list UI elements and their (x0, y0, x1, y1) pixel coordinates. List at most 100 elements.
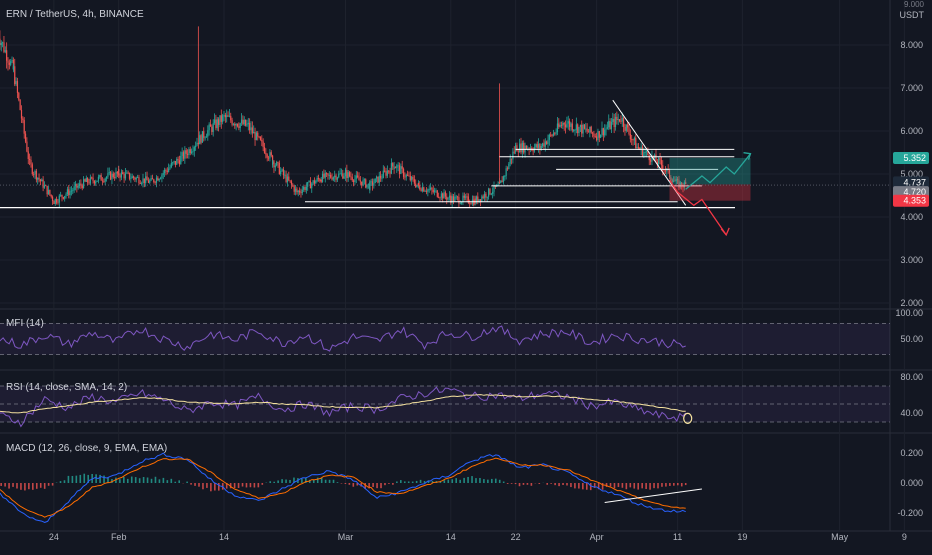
candle-body (456, 197, 457, 198)
candle-body (318, 178, 319, 179)
macd-histogram-bar (538, 483, 540, 484)
candle-body (51, 195, 52, 197)
candle-body (281, 169, 282, 171)
macd-histogram-bar (384, 483, 386, 485)
candle-body (288, 177, 289, 181)
candle-body (572, 123, 573, 130)
macd-histogram-bar (119, 479, 121, 483)
macd-histogram-bar (210, 483, 212, 491)
candle-body (596, 136, 597, 140)
candle-body (623, 118, 624, 127)
candle-body (488, 188, 489, 196)
macd-histogram-bar (24, 483, 26, 490)
candle-body (369, 182, 370, 190)
macd-histogram-bar (558, 483, 560, 486)
candle-body (566, 124, 567, 128)
macd-histogram-bar (12, 483, 14, 487)
chart-canvas[interactable]: 24Feb14Mar1422Apr1119May9232.0003.0004.0… (0, 0, 932, 550)
macd-histogram-bar (681, 483, 683, 486)
candle-body (593, 134, 594, 137)
candle-body (421, 189, 422, 191)
candle-body (20, 100, 21, 110)
candle-body (627, 125, 628, 128)
macd-histogram-bar (570, 483, 572, 487)
symbol-title: ERN / TetherUS, 4h, BINANCE (6, 9, 144, 20)
candle-body (388, 171, 389, 172)
candle-body (207, 130, 208, 136)
price-tick-label: 8.000 (900, 40, 923, 50)
candle-body (546, 141, 547, 144)
candle-body (45, 185, 46, 186)
candle-body (179, 160, 180, 164)
candle-body (133, 176, 134, 178)
candle-body (191, 152, 192, 153)
macd-histogram-bar (0, 483, 2, 486)
macd-histogram-bar (531, 483, 533, 486)
candle-body (600, 135, 601, 138)
candle-body (407, 175, 408, 176)
candle-body (202, 131, 203, 143)
candle-body (287, 177, 288, 182)
macd-histogram-bar (246, 483, 248, 487)
macd-histogram-bar (127, 479, 129, 483)
candle-body (507, 168, 508, 169)
candle-body (345, 172, 346, 177)
candle-body (311, 184, 312, 189)
macd-histogram-bar (503, 482, 505, 483)
candle-body (213, 123, 214, 132)
macd-histogram-bar (515, 483, 517, 484)
candle-body (642, 147, 643, 156)
candle-body (655, 155, 656, 162)
candle-body (300, 192, 301, 193)
macd-histogram-bar (277, 480, 279, 483)
candle-body (462, 196, 463, 202)
candle-body (214, 120, 215, 124)
candle-body (17, 81, 18, 93)
candle-body (291, 181, 292, 184)
candle-body (392, 163, 393, 166)
candle-body (341, 173, 342, 174)
candle-body (186, 150, 187, 154)
macd-title: MACD (12, 26, close, 9, EMA, EMA) (6, 443, 167, 454)
candle-body (6, 50, 7, 60)
candle-body (68, 189, 69, 195)
candle-body (252, 127, 253, 133)
candle-body (446, 197, 447, 200)
trading-chart[interactable]: 24Feb14Mar1422Apr1119May9232.0003.0004.0… (0, 0, 932, 550)
candle-body (264, 147, 265, 153)
candle-body (259, 137, 260, 138)
candle-body (267, 154, 268, 157)
candle-body (664, 170, 665, 171)
candle-body (149, 180, 150, 182)
macd-histogram-bar (242, 483, 244, 487)
candle-body (632, 139, 633, 140)
x-tick-label: May (831, 532, 849, 542)
candle-body (171, 163, 172, 167)
candle-body (176, 159, 177, 165)
candle-body (499, 182, 500, 183)
candle-body (545, 141, 546, 146)
candle-body (5, 50, 6, 52)
candle-body (538, 144, 539, 148)
macd-tick-label: 0.200 (900, 448, 923, 458)
candle-body (611, 122, 612, 129)
candle-body (178, 159, 179, 160)
candle-body (630, 134, 631, 139)
candle-body (334, 176, 335, 178)
macd-histogram-bar (412, 482, 414, 483)
candle-body (346, 170, 347, 178)
candle-body (94, 181, 95, 184)
candle-body (99, 175, 100, 177)
macd-histogram-bar (99, 475, 101, 483)
candle-body (473, 200, 474, 205)
candle-body (7, 61, 8, 63)
candle-body (404, 177, 405, 178)
candle-body (61, 195, 62, 197)
candle-body (576, 124, 577, 129)
candle-body (543, 143, 544, 146)
candle-body (533, 150, 534, 151)
candle-body (371, 181, 372, 182)
candle-body (296, 191, 297, 193)
candle-body (256, 133, 257, 140)
candle-body (236, 124, 237, 126)
